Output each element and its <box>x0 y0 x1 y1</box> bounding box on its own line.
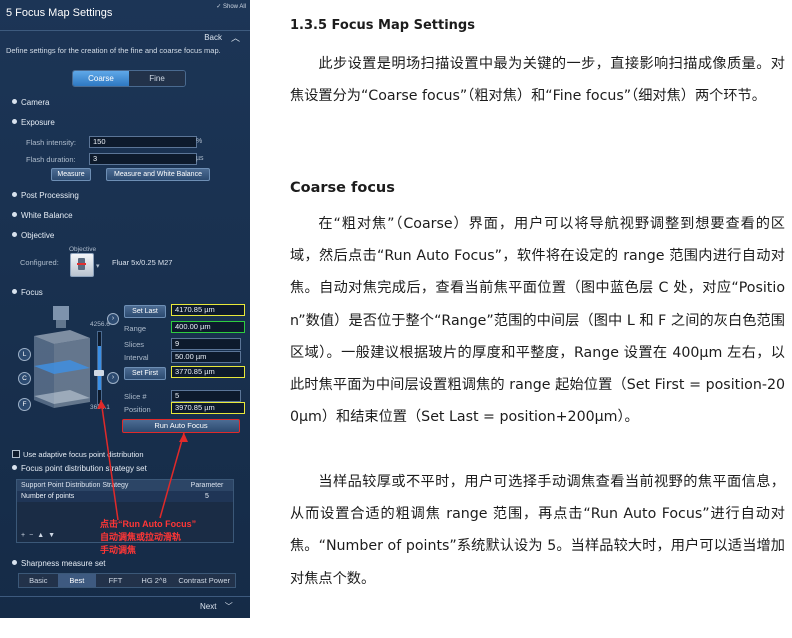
paragraph-manual: 当样品较厚或不平时，用户可选择手动调焦查看当前视野的焦平面信息，从而设置合适的粗… <box>290 474 785 587</box>
section-heading: 1.3.5 Focus Map Settings <box>290 18 475 33</box>
next-label: Next <box>200 602 217 611</box>
next-button[interactable]: Next ﹀ <box>200 601 233 612</box>
tab-basic[interactable]: Basic <box>19 574 58 587</box>
divider <box>0 596 250 597</box>
subheading-coarse-focus: Coarse focus <box>290 180 395 196</box>
section-sharpness[interactable]: Sharpness measure set <box>12 559 106 568</box>
section-label: Sharpness measure set <box>21 559 106 568</box>
tab-hg[interactable]: HG 2^8 <box>134 574 174 587</box>
paragraph-intro: 此步设置是明场扫描设置中最为关键的一步，直接影响扫描成像质量。对焦设置分为“Co… <box>290 56 785 105</box>
tab-contrast-power[interactable]: Contrast Power <box>173 574 236 587</box>
chevron-down-icon: ﹀ <box>224 602 233 611</box>
tab-fft[interactable]: FFT <box>96 574 135 587</box>
sharpness-tabs: Basic Best FFT HG 2^8 Contrast Power <box>18 573 236 588</box>
focus-map-settings-panel: 5 Focus Map Settings ✓ Show All Back ︿ D… <box>0 0 250 618</box>
collapse-icon <box>12 560 17 565</box>
paragraph-coarse: 在“粗对焦”（Coarse）界面，用户可以将导航视野调整到想要查看的区域，然后点… <box>290 216 785 426</box>
annotation-arrows <box>97 399 188 521</box>
tab-best[interactable]: Best <box>57 574 97 587</box>
